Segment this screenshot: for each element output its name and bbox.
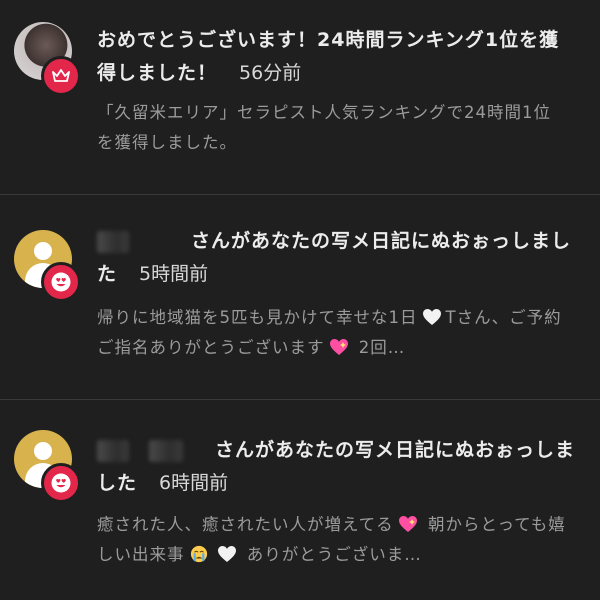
notification-title: おめでとうございます！24時間ランキング1位を獲得しました！ 56分前 — [97, 24, 577, 90]
crown-badge — [41, 56, 81, 96]
notification-title: さんがあなたの写メ日記にぬおぉっしました 5時間前 — [97, 225, 577, 291]
default-avatar-head — [34, 442, 52, 460]
notification-body: 「久留米エリア」セラピスト人気ランキングで24時間1位を獲得しました。 — [97, 103, 551, 152]
sparkling-heart-icon — [329, 339, 348, 355]
body-text-part: 2回… — [358, 338, 406, 357]
heart-eyes-icon — [51, 473, 71, 493]
white-heart-icon — [217, 546, 236, 562]
notification-item-diary-like[interactable]: さんがあなたの写メ日記にぬおぉっしました 6時間前 癒された人、癒されたい人が増え… — [0, 400, 600, 600]
redacted-username — [97, 439, 129, 462]
white-heart-icon — [422, 309, 441, 325]
heart-eyes-badge — [41, 463, 81, 503]
body-text-part: 癒された人、癒されたい人が増えてる — [97, 515, 394, 534]
crying-face-icon — [190, 545, 207, 563]
redacted-username — [97, 230, 129, 253]
notification-item-diary-like[interactable]: さんがあなたの写メ日記にぬおぉっしました 5時間前 帰りに地域猫を5匹も見かけて幸… — [0, 195, 600, 399]
default-avatar-head — [34, 242, 52, 260]
body-text-part: 帰りに地域猫を5匹も見かけて幸せな1日 — [97, 308, 418, 327]
notification-time: 5時間前 — [139, 263, 209, 285]
body-text-part: ありがとうございま… — [246, 545, 422, 564]
notification-time: 6時間前 — [159, 472, 229, 494]
notification-time: 56分前 — [239, 62, 302, 84]
notification-title: さんがあなたの写メ日記にぬおぉっしました 6時間前 — [97, 434, 577, 500]
notification-list: おめでとうございます！24時間ランキング1位を獲得しました！ 56分前 「久留米エ… — [0, 0, 600, 600]
crown-icon — [52, 69, 70, 82]
notification-body: 癒された人、癒されたい人が増えてる 朝からとっても嬉しい出来事 ありがとうござい… — [97, 510, 567, 570]
sparkling-heart-icon — [398, 516, 417, 532]
notification-item-ranking[interactable]: おめでとうございます！24時間ランキング1位を獲得しました！ 56分前 「久留米エ… — [0, 0, 600, 194]
notification-body: 帰りに地域猫を5匹も見かけて幸せな1日 Tさん、ご予約ご指名ありがとうございます … — [97, 303, 567, 363]
heart-eyes-badge — [41, 262, 81, 302]
redacted-username — [149, 439, 183, 462]
heart-eyes-icon — [51, 272, 71, 292]
notification-title-text: おめでとうございます！24時間ランキング1位を獲得しました！ — [97, 29, 560, 84]
